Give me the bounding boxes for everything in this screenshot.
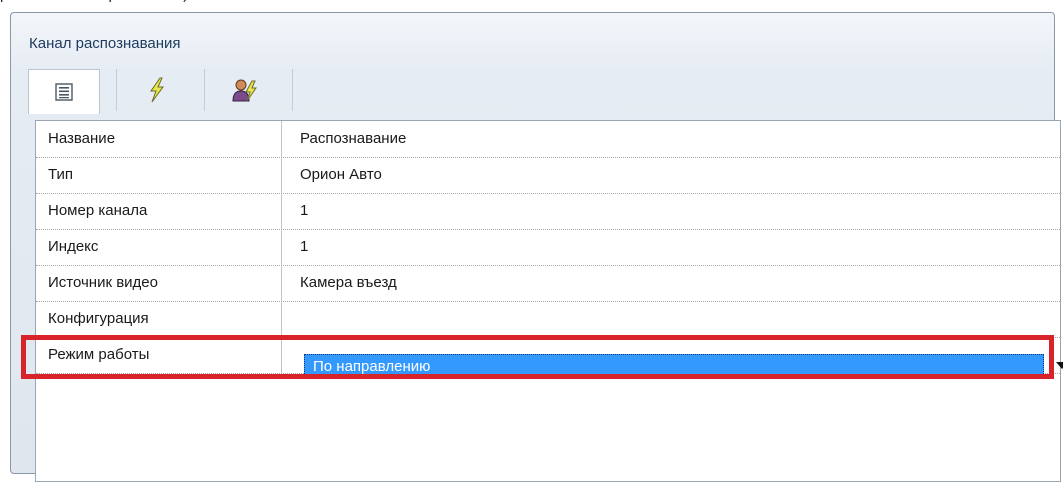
properties-tab-button[interactable]: [28, 69, 100, 114]
users-permissions-icon: [232, 79, 257, 102]
dropdown-toggle-button[interactable]: [1049, 352, 1063, 380]
toolbar-separator: [292, 69, 293, 111]
property-name: Режим работы: [36, 337, 282, 373]
property-name: Конфигурация: [36, 301, 282, 337]
property-row[interactable]: Номер канала 1: [36, 193, 1060, 230]
operating-mode-select[interactable]: По направлению: [304, 354, 1044, 378]
property-toolbar: [28, 65, 1056, 115]
property-name: Название: [36, 121, 282, 157]
property-value[interactable]: 1: [282, 229, 1060, 265]
property-row[interactable]: Тип Орион Авто: [36, 157, 1060, 194]
property-value[interactable]: Распознавание: [282, 121, 1060, 157]
page-caption: работы "По направлению"): [0, 0, 188, 10]
property-name: Источник видео: [36, 265, 282, 301]
property-row[interactable]: Конфигурация: [36, 301, 1060, 338]
recognition-channel-panel: Канал распознавания Название Распознаван…: [10, 12, 1063, 482]
permissions-tab-button[interactable]: [210, 69, 280, 111]
property-value[interactable]: 1: [282, 193, 1060, 229]
property-value[interactable]: [282, 301, 1060, 337]
property-row[interactable]: Индекс 1: [36, 229, 1060, 266]
property-name: Индекс: [36, 229, 282, 265]
events-tab-button[interactable]: [122, 69, 192, 111]
property-list-icon: [55, 83, 73, 101]
property-name: Тип: [36, 157, 282, 193]
chevron-down-icon: [1056, 362, 1063, 369]
panel-title: Канал распознавания: [29, 35, 181, 52]
property-value[interactable]: Орион Авто: [282, 157, 1060, 193]
property-row[interactable]: Источник видео Камера въезд: [36, 265, 1060, 302]
property-name: Номер канала: [36, 193, 282, 229]
toolbar-separator: [204, 69, 205, 111]
toolbar-separator: [116, 69, 117, 111]
property-value[interactable]: Камера въезд: [282, 265, 1060, 301]
lightning-events-icon: [150, 77, 164, 103]
property-grid: Название Распознавание Тип Орион Авто Но…: [35, 120, 1063, 482]
property-row[interactable]: Название Распознавание: [36, 121, 1060, 158]
